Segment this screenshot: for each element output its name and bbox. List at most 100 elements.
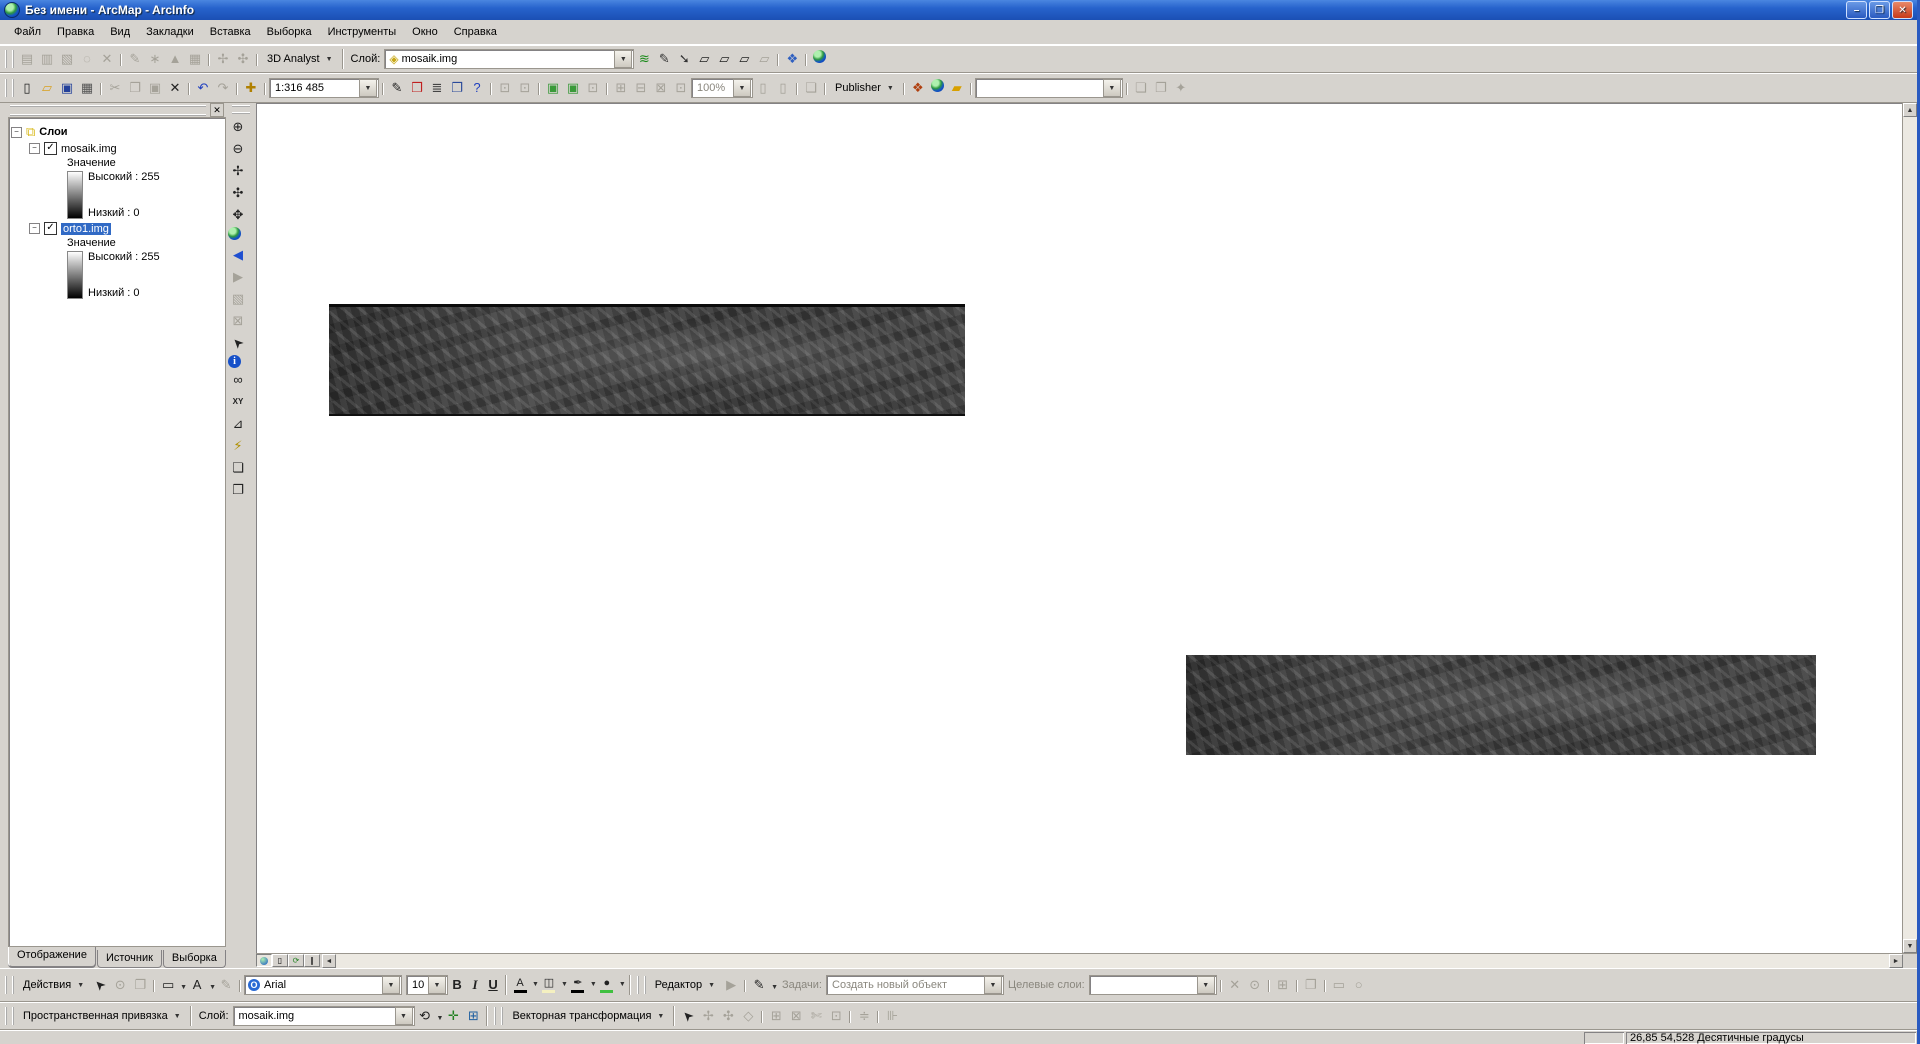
overview-window-icon[interactable]: ❐ bbox=[228, 480, 248, 500]
menu-edit[interactable]: Правка bbox=[49, 23, 102, 41]
arctoolbox-icon[interactable]: ❒ bbox=[407, 78, 427, 98]
chevron-down-icon[interactable]: ▼ bbox=[561, 981, 568, 988]
pan-icon[interactable]: ✥ bbox=[228, 205, 248, 225]
chevron-down-icon[interactable]: ▼ bbox=[437, 1015, 444, 1022]
layer-checkbox[interactable]: ✓ bbox=[44, 142, 57, 155]
zoom-selected-icon[interactable]: ▣ bbox=[543, 78, 563, 98]
combo-arrow-icon[interactable]: ▼ bbox=[382, 976, 401, 994]
interpolate-polygon-1-icon[interactable]: ▱ bbox=[694, 49, 714, 69]
show-window-icon[interactable]: ❐ bbox=[447, 78, 467, 98]
command-line-icon[interactable]: ≣ bbox=[427, 78, 447, 98]
tab-source[interactable]: Источник bbox=[96, 950, 162, 968]
italic-button[interactable]: I bbox=[466, 975, 484, 995]
spatial-adjustment-menu[interactable]: Векторная трансформация ▼ bbox=[506, 1008, 670, 1024]
toolbar-grip[interactable] bbox=[5, 79, 14, 97]
minimize-button[interactable]: – bbox=[1846, 1, 1867, 19]
launch-arcscene-icon[interactable]: ❖ bbox=[782, 49, 802, 69]
html-popup-icon[interactable]: ❏ bbox=[228, 458, 248, 478]
layer-row[interactable]: − ✓ orto1.img bbox=[29, 222, 223, 235]
scale-combo[interactable]: 1:316 485 ▼ bbox=[269, 78, 379, 98]
add-data-icon[interactable]: ✚ bbox=[241, 78, 261, 98]
add-control-points-icon[interactable]: ✛ bbox=[443, 1006, 463, 1026]
open-document-icon[interactable]: ▱ bbox=[37, 78, 57, 98]
combo-arrow-icon[interactable]: ▼ bbox=[1102, 79, 1121, 97]
layer-name-selected[interactable]: orto1.img bbox=[61, 222, 111, 235]
hyperlink-icon[interactable]: ⚡ bbox=[228, 436, 248, 456]
map-view[interactable] bbox=[256, 103, 1902, 953]
toolbar-grip[interactable] bbox=[5, 50, 14, 68]
create-contours-icon[interactable]: ≋ bbox=[634, 49, 654, 69]
horizontal-scroll-track[interactable] bbox=[336, 954, 1889, 968]
pause-drawing-button[interactable]: ∥ bbox=[304, 954, 320, 967]
launch-arcglobe-icon[interactable] bbox=[813, 50, 827, 63]
combo-arrow-icon[interactable]: ▼ bbox=[614, 50, 633, 68]
collapse-icon[interactable]: − bbox=[29, 223, 40, 234]
3d-analyst-menu[interactable]: 3D Analyst ▼ bbox=[261, 51, 339, 67]
full-extent-icon[interactable] bbox=[228, 227, 241, 240]
refresh-view-button[interactable]: ⟳ bbox=[288, 954, 304, 967]
layout-view-button[interactable]: ▯ bbox=[272, 954, 288, 967]
layer-checkbox[interactable]: ✓ bbox=[44, 222, 57, 235]
scroll-down-icon[interactable]: ▼ bbox=[1903, 939, 1917, 953]
chevron-down-icon[interactable]: ▼ bbox=[771, 984, 778, 991]
tab-selection[interactable]: Выборка bbox=[162, 950, 226, 968]
scroll-up-icon[interactable]: ▲ bbox=[1903, 103, 1917, 117]
zoom-in-icon[interactable]: ⊕ bbox=[228, 117, 248, 137]
chevron-down-icon[interactable]: ▼ bbox=[180, 984, 187, 991]
zoom-all-icon[interactable]: ▣ bbox=[563, 78, 583, 98]
catalog-icon[interactable]: ▰ bbox=[947, 78, 967, 98]
maximize-button[interactable]: ❐ bbox=[1869, 1, 1890, 19]
toolbar-grip[interactable] bbox=[5, 1007, 14, 1025]
delete-icon[interactable]: ✕ bbox=[165, 78, 185, 98]
combo-arrow-icon[interactable]: ▼ bbox=[394, 1007, 413, 1025]
menu-file[interactable]: Файл bbox=[6, 23, 49, 41]
toolbar-grip[interactable] bbox=[232, 105, 250, 114]
text-tool-icon[interactable]: A bbox=[187, 975, 207, 995]
zoom-out-icon[interactable]: ⊖ bbox=[228, 139, 248, 159]
undo-icon[interactable]: ↶ bbox=[193, 78, 213, 98]
editor-toolbar-toggle-icon[interactable]: ✎ bbox=[387, 78, 407, 98]
3d-layer-combo[interactable]: ◈ mosaik.img ▼ bbox=[384, 49, 635, 69]
marker-color-icon[interactable]: ● bbox=[597, 975, 617, 995]
blank-combo[interactable]: ▼ bbox=[974, 78, 1123, 98]
find-icon[interactable]: ∞ bbox=[228, 370, 248, 390]
toolbar-grip[interactable] bbox=[5, 976, 14, 994]
editor-menu[interactable]: Редактор ▼ bbox=[649, 977, 721, 993]
toolbar-grip[interactable] bbox=[494, 1007, 504, 1025]
fixed-zoom-out-icon[interactable]: ✣ bbox=[228, 183, 248, 203]
rotate-image-icon[interactable]: ⟲ bbox=[415, 1006, 435, 1026]
layer-row[interactable]: − ✓ mosaik.img bbox=[29, 142, 223, 155]
menu-bookmarks[interactable]: Закладки bbox=[138, 23, 202, 41]
shape-tool-icon[interactable]: ▭ bbox=[158, 975, 178, 995]
new-document-icon[interactable]: ▯ bbox=[17, 78, 37, 98]
publisher-menu[interactable]: Publisher ▼ bbox=[829, 80, 900, 96]
georeferencing-menu[interactable]: Пространственная привязка ▼ bbox=[17, 1008, 187, 1024]
view-link-table-icon[interactable]: ⊞ bbox=[463, 1006, 483, 1026]
raster-orto1-img[interactable] bbox=[1186, 655, 1816, 755]
combo-arrow-icon[interactable]: ▼ bbox=[428, 976, 447, 994]
raster-mosaik-img[interactable] bbox=[329, 304, 965, 416]
close-button[interactable]: ✕ bbox=[1892, 1, 1913, 19]
chevron-down-icon[interactable]: ▼ bbox=[209, 984, 216, 991]
identify-icon[interactable]: i bbox=[228, 355, 241, 368]
font-size-combo[interactable]: 10 ▼ bbox=[406, 975, 449, 995]
toc-grip[interactable]: ✕ bbox=[8, 103, 226, 117]
menu-selection[interactable]: Выборка bbox=[259, 23, 320, 41]
interpolate-line-icon[interactable]: ✎ bbox=[654, 49, 674, 69]
save-document-icon[interactable]: ▣ bbox=[57, 78, 77, 98]
help-whats-this-icon[interactable]: ? bbox=[467, 78, 487, 98]
toc-root-row[interactable]: − ⧉ Слои bbox=[11, 124, 223, 140]
chevron-down-icon[interactable]: ▼ bbox=[619, 981, 626, 988]
scroll-right-icon[interactable]: ► bbox=[1889, 954, 1903, 968]
font-combo[interactable]: O Arial ▼ bbox=[244, 975, 403, 995]
font-color-icon[interactable]: A bbox=[510, 975, 530, 995]
menu-help[interactable]: Справка bbox=[446, 23, 505, 41]
scroll-left-icon[interactable]: ◄ bbox=[322, 954, 336, 968]
arcglobe-preview-icon[interactable] bbox=[930, 79, 944, 92]
fixed-zoom-in-icon[interactable]: ✢ bbox=[228, 161, 248, 181]
print-icon[interactable]: ▦ bbox=[77, 78, 97, 98]
sketch-tool-pencil-icon[interactable]: ✎ bbox=[749, 975, 769, 995]
collapse-icon[interactable]: − bbox=[29, 143, 40, 154]
fill-color-icon[interactable]: ◫ bbox=[539, 975, 559, 995]
interpolate-polygon-3-icon[interactable]: ▱ bbox=[734, 49, 754, 69]
